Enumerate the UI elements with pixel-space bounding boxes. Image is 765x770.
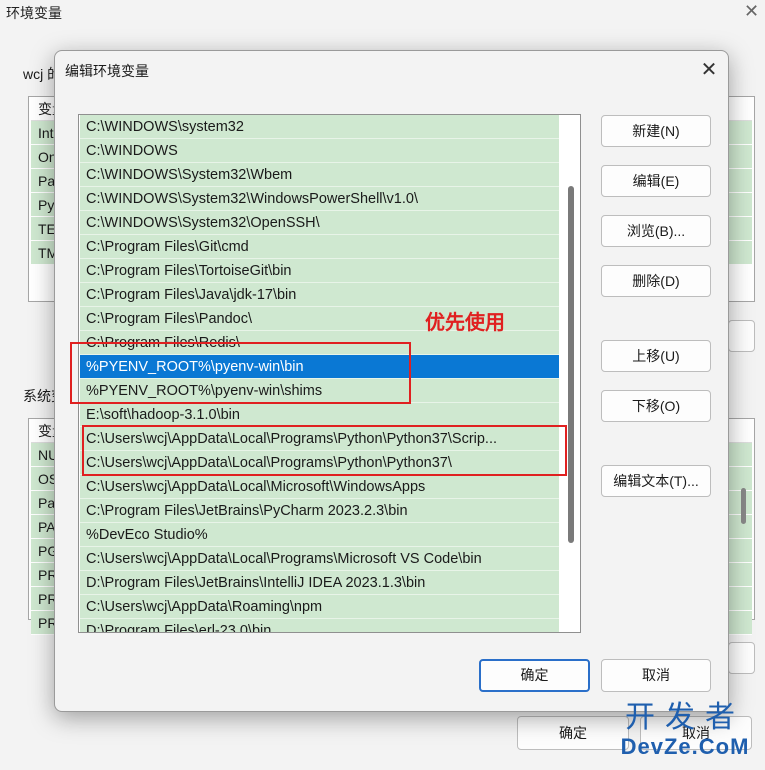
parent-ok-button[interactable]: 确定 [517, 716, 629, 750]
path-row[interactable]: C:\WINDOWS\System32\Wbem [80, 163, 559, 187]
system-variables-button[interactable] [728, 642, 755, 674]
parent-window-title: 环境变量 [6, 5, 62, 21]
annotation-box-python37 [82, 425, 567, 476]
delete-button[interactable]: 删除(D) [601, 265, 711, 297]
browse-button[interactable]: 浏览(B)... [601, 215, 711, 247]
path-row[interactable]: C:\WINDOWS [80, 139, 559, 163]
path-row[interactable]: C:\Users\wcj\AppData\Roaming\npm [80, 595, 559, 619]
dialog-title: 编辑环境变量 [65, 63, 149, 79]
path-row[interactable]: C:\WINDOWS\system32 [80, 115, 559, 139]
path-row[interactable]: E:\soft\hadoop-3.1.0\bin [80, 403, 559, 427]
annotation-box-pyenv [70, 342, 411, 404]
path-row[interactable]: D:\Program Files\JetBrains\IntelliJ IDEA… [80, 571, 559, 595]
cancel-button[interactable]: 取消 [601, 659, 711, 692]
path-row[interactable]: C:\Program Files\JetBrains\PyCharm 2023.… [80, 499, 559, 523]
system-list-scrollbar[interactable] [741, 488, 746, 524]
scrollbar-thumb[interactable] [568, 186, 574, 543]
parent-close-icon[interactable]: ✕ [744, 1, 759, 22]
parent-cancel-button[interactable]: 取消 [640, 716, 752, 750]
annotation-label: 优先使用 [425, 312, 505, 334]
path-row[interactable]: C:\WINDOWS\System32\OpenSSH\ [80, 211, 559, 235]
new-button[interactable]: 新建(N) [601, 115, 711, 147]
path-row[interactable]: C:\Program Files\Git\cmd [80, 235, 559, 259]
move-up-button[interactable]: 上移(U) [601, 340, 711, 372]
ok-button[interactable]: 确定 [479, 659, 590, 692]
path-row[interactable]: D:\Program Files\erl-23.0\bin [80, 619, 559, 632]
path-row[interactable]: C:\Program Files\Java\jdk-17\bin [80, 283, 559, 307]
user-variables-button[interactable] [728, 320, 755, 352]
close-icon[interactable]: ✕ [697, 59, 721, 83]
path-row[interactable]: C:\Users\wcj\AppData\Local\Programs\Micr… [80, 547, 559, 571]
path-row[interactable]: C:\Program Files\TortoiseGit\bin [80, 259, 559, 283]
path-list-scrollbar[interactable] [563, 115, 580, 632]
edit-button[interactable]: 编辑(E) [601, 165, 711, 197]
path-row[interactable]: C:\Users\wcj\AppData\Local\Microsoft\Win… [80, 475, 559, 499]
move-down-button[interactable]: 下移(O) [601, 390, 711, 422]
path-row[interactable]: C:\WINDOWS\System32\WindowsPowerShell\v1… [80, 187, 559, 211]
edit-text-button[interactable]: 编辑文本(T)... [601, 465, 711, 497]
path-row[interactable]: %DevEco Studio% [80, 523, 559, 547]
